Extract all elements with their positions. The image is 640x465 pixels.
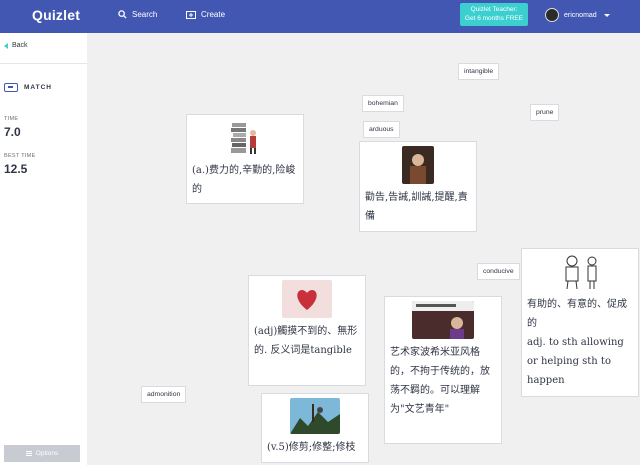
user-menu[interactable]: ericnomad xyxy=(545,8,610,22)
teacher-promo-button[interactable]: Quizlet Teacher: Get 6 months FREE xyxy=(460,3,528,26)
options-label: Options xyxy=(35,450,59,457)
username: ericnomad xyxy=(564,11,597,19)
time-label: TIME xyxy=(4,116,19,122)
options-button[interactable]: Options xyxy=(4,445,80,462)
best-time-label: BEST TIME xyxy=(4,153,36,159)
word-tile[interactable]: arduous xyxy=(363,121,400,138)
word-tile[interactable]: bohemian xyxy=(362,95,404,112)
heart-photo-icon xyxy=(282,280,332,318)
quizlet-logo[interactable]: Quizlet xyxy=(32,7,80,23)
definition-card[interactable]: 艺术家波希米亚风格的，不拘于传统的，放荡不羁的。可以理解为"文艺青年" xyxy=(384,296,502,444)
match-board: intangible bohemian arduous prune conduc… xyxy=(87,33,640,465)
card-text: 有助的、有意的、促成的 xyxy=(527,299,627,329)
sidebar: Back MATCH TIME 7.0 BEST TIME 12.5 Optio… xyxy=(0,33,87,465)
definition-card[interactable]: (adj)觸摸不到的、無形的. 反义词是tangible xyxy=(248,275,366,386)
best-time-value: 12.5 xyxy=(4,162,28,176)
books-illustration-icon xyxy=(231,123,256,154)
cartoon-figures-icon xyxy=(565,255,597,290)
search-nav[interactable]: Search xyxy=(118,10,157,19)
mode-indicator: MATCH xyxy=(4,83,52,92)
definition-card[interactable]: (a.)费力的,辛勤的,险峻的 xyxy=(186,114,304,204)
portrait-photo-icon xyxy=(402,146,434,184)
back-arrow-icon xyxy=(4,42,8,49)
chevron-down-icon xyxy=(603,13,610,17)
bohemian-slide-icon xyxy=(412,301,474,339)
card-text: (adj)觸摸不到的、無形的. 反义词是tangible xyxy=(254,326,358,356)
card-text: 勸告,告誡,訓誡,提醒,責備 xyxy=(365,192,468,222)
sidebar-divider xyxy=(0,63,87,64)
promo-line-1: Quizlet Teacher: xyxy=(470,6,518,13)
card-text: 艺术家波希米亚风格的，不拘于传统的，放荡不羁的。可以理解为"文艺青年" xyxy=(390,347,490,415)
back-label: Back xyxy=(12,42,28,49)
mode-label: MATCH xyxy=(24,84,52,91)
card-text: (v.5)修剪;修整;修枝 xyxy=(267,442,356,453)
card-text-english: adj. to sth allowing or helping sth to h… xyxy=(527,337,624,386)
create-icon xyxy=(186,10,196,19)
back-button[interactable]: Back xyxy=(4,42,28,49)
word-tile[interactable]: admonition xyxy=(141,386,187,403)
search-icon xyxy=(118,10,127,19)
avatar xyxy=(545,8,559,22)
match-icon xyxy=(4,83,18,92)
menu-icon xyxy=(25,451,32,456)
create-label: Create xyxy=(201,10,226,19)
pruning-photo-icon xyxy=(290,398,340,434)
card-text: (a.)费力的,辛勤的,险峻的 xyxy=(192,165,296,195)
word-tile[interactable]: intangible xyxy=(458,63,500,80)
word-tile[interactable]: prune xyxy=(530,104,560,121)
time-value: 7.0 xyxy=(4,125,21,139)
definition-card[interactable]: 勸告,告誡,訓誡,提醒,責備 xyxy=(359,141,477,232)
create-nav[interactable]: Create xyxy=(186,10,225,19)
top-nav-bar: Quizlet Search Create Quizlet Teacher: G… xyxy=(0,0,640,33)
search-label: Search xyxy=(132,10,158,19)
word-tile[interactable]: conducive xyxy=(477,263,520,280)
definition-card[interactable]: (v.5)修剪;修整;修枝 xyxy=(261,393,369,463)
definition-card[interactable]: 有助的、有意的、促成的 adj. to sth allowing or help… xyxy=(521,248,639,397)
promo-line-2: Get 6 months FREE xyxy=(464,15,524,22)
